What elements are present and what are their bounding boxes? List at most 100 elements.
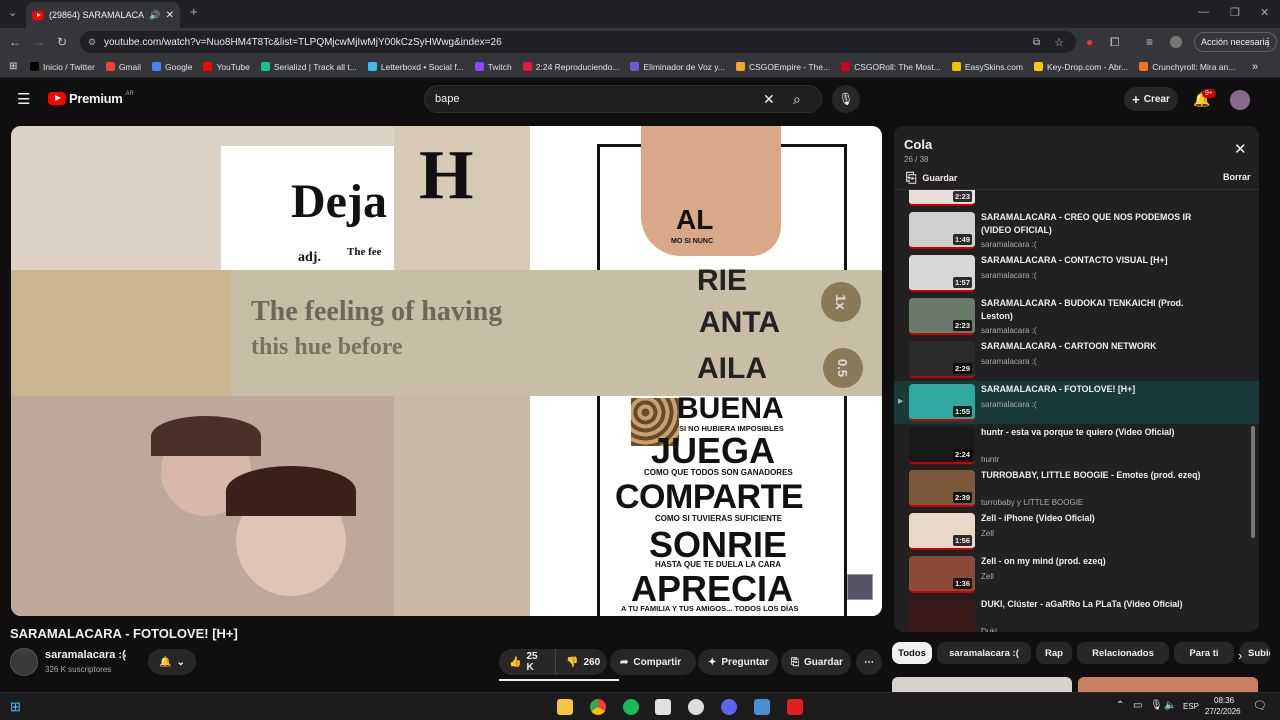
queue-item[interactable]: DUKI, Clúster - aGaRRo La PLaTa (Video O… <box>894 596 1259 632</box>
queue-scrollbar[interactable] <box>1251 426 1255 538</box>
queue-item[interactable]: ▶ 1:55 SARAMALACARA - FOTOLOVE! [H+] sarama… <box>894 381 1259 424</box>
tab-list-icon[interactable]: ⌄ <box>8 6 17 19</box>
install-icon[interactable]: ⧉ <box>1033 37 1040 48</box>
bookmark-item[interactable]: Gmail <box>105 62 141 72</box>
chip-1[interactable]: saramalacara :( <box>937 642 1031 664</box>
more-actions-button[interactable]: ⋯ <box>856 649 882 675</box>
volume-icon[interactable]: 🔈 <box>1164 700 1176 711</box>
chip-2[interactable]: Rap <box>1036 642 1072 664</box>
queue-thumbnail[interactable]: 2:23 <box>909 298 975 335</box>
notepad-icon[interactable] <box>655 699 671 715</box>
speed-05-icon[interactable]: 0.5 <box>823 348 863 388</box>
save-button[interactable]: ⎘ Guardar <box>781 649 851 675</box>
ask-button[interactable]: ✦ Preguntar <box>698 649 778 675</box>
browser-tab[interactable]: (29864) SARAMALACARA - 🔊 ✕ <box>26 2 180 28</box>
extensions-puzzle-icon[interactable]: ⧠ <box>1110 35 1120 50</box>
queue-item[interactable]: 1:57 SARAMALACARA - CONTACTO VISUAL [H+] s… <box>894 252 1259 295</box>
channel-avatar[interactable] <box>10 648 38 676</box>
hamburger-menu-icon[interactable]: ☰ <box>17 90 30 108</box>
account-avatar[interactable] <box>1230 90 1250 110</box>
chip-4[interactable]: Para ti <box>1174 642 1234 664</box>
browser-menu-icon[interactable]: ⋮ <box>1262 35 1274 49</box>
queue-thumbnail[interactable]: 1:49 <box>909 212 975 249</box>
queue-thumbnail[interactable]: 2:39 <box>909 470 975 507</box>
app-icon[interactable] <box>754 699 770 715</box>
bookmark-item[interactable]: Twitch <box>474 62 512 72</box>
media-control-icon[interactable]: ≡ <box>1146 35 1153 49</box>
search-input[interactable]: bape <box>435 93 459 105</box>
back-icon[interactable]: ← <box>9 35 21 49</box>
queue-thumbnail[interactable]: 1:36 <box>909 556 975 593</box>
bookmark-item[interactable]: CSGORoll: The Most... <box>841 62 941 72</box>
queue-item[interactable]: 2:39 TURROBABY, LITTLE BOOGIE - Emotes (p… <box>894 467 1259 510</box>
new-tab-icon[interactable]: + <box>190 4 198 19</box>
chip-5[interactable]: Subid <box>1240 642 1270 664</box>
bookmark-item[interactable]: 2:24 Reproduciendo... <box>522 62 619 72</box>
chips-next-icon[interactable]: › <box>1238 648 1242 663</box>
queue-item[interactable]: 2:24 huntr - esta va porque te quiero (Vi… <box>894 424 1259 467</box>
more-bookmarks-icon[interactable]: » <box>1252 61 1258 73</box>
bookmark-item[interactable]: Key-Drop.com - Abr... <box>1033 62 1128 72</box>
bookmark-star-icon[interactable]: ☆ <box>1054 36 1064 49</box>
related-thumb-2[interactable] <box>1078 677 1258 692</box>
channel-name[interactable]: saramalacara :( <box>45 649 126 661</box>
queue-close-icon[interactable]: ✕ <box>1234 140 1247 158</box>
create-button[interactable]: + Crear <box>1124 87 1178 111</box>
bookmark-item[interactable]: EasySkins.com <box>951 62 1023 72</box>
queue-item[interactable]: 1:36 Zell - on my mind (prod. ezeq) Zell <box>894 553 1259 596</box>
forward-icon[interactable]: → <box>33 35 45 49</box>
queue-item[interactable]: 2:29 SARAMALACARA - CARTOON NETWORK sarama… <box>894 338 1259 381</box>
like-button[interactable]: 👍 25 K <box>499 649 555 675</box>
queue-save-button[interactable]: ⎘ Guardar <box>906 170 957 186</box>
queue-thumbnail[interactable] <box>909 599 975 632</box>
queue-thumbnail[interactable]: 1:57 <box>909 255 975 292</box>
queue-thumbnail[interactable]: 1:56 <box>909 513 975 550</box>
bookmark-item[interactable]: Google <box>152 62 192 72</box>
queue-thumbnail[interactable]: 2:24 <box>909 427 975 464</box>
mic-tray-icon[interactable]: 🎙 <box>1150 700 1163 711</box>
file-explorer-icon[interactable] <box>557 699 573 715</box>
windows-start-icon[interactable]: ⊞ <box>10 699 21 715</box>
bookmark-item[interactable]: Inicio / Twitter <box>30 62 95 72</box>
tray-chevron-icon[interactable]: ⌃ <box>1116 700 1124 711</box>
microphone-icon[interactable]: 🎙 <box>832 85 860 113</box>
steam-icon[interactable] <box>688 699 704 715</box>
clock-time[interactable]: 08:36 <box>1214 696 1234 705</box>
site-info-icon[interactable]: ⚙ <box>88 37 96 48</box>
address-bar[interactable]: ⚙ youtube.com/watch?v=Nuo8HM4T8Tc&list=T… <box>80 31 1076 53</box>
profile-avatar[interactable] <box>1170 36 1182 48</box>
bookmark-item[interactable]: Eliminador de Voz y... <box>630 62 725 72</box>
reload-icon[interactable]: ↻ <box>57 35 67 49</box>
share-button[interactable]: ➦ Compartir <box>610 649 696 675</box>
dislike-button[interactable]: 👎 260 <box>555 649 607 675</box>
queue-thumbnail[interactable]: 2:29 <box>909 341 975 378</box>
chip-3[interactable]: Relacionados <box>1077 642 1169 664</box>
queue-item[interactable]: 1:56 Zell - iPhone (Video Oficial) Zell <box>894 510 1259 553</box>
notification-center-icon[interactable]: 🗨 <box>1253 699 1267 712</box>
queue-item[interactable]: 2:23LULU <box>894 190 1259 209</box>
bookmark-item[interactable]: Letterboxd • Social f... <box>367 62 464 72</box>
chip-0[interactable]: Todos <box>892 642 932 664</box>
related-thumb-1[interactable] <box>892 677 1072 692</box>
video-player[interactable]: Deja H adj. The fee AL MO SI NUNC The fe… <box>11 126 882 616</box>
clear-search-icon[interactable]: ✕ <box>763 91 775 108</box>
red-app-icon[interactable] <box>787 699 803 715</box>
chrome-icon[interactable] <box>590 699 606 715</box>
bookmark-item[interactable]: YouTube <box>203 62 250 72</box>
bookmark-item[interactable]: Serializd | Track all t... <box>260 62 357 72</box>
youtube-premium-logo[interactable]: Premium AR <box>48 91 134 106</box>
language-indicator[interactable]: ESP <box>1183 702 1199 711</box>
speed-1x-icon[interactable]: 1x <box>821 282 861 322</box>
spotify-icon[interactable] <box>623 699 639 715</box>
queue-thumbnail[interactable]: 2:23 <box>909 190 975 206</box>
discord-icon[interactable] <box>721 699 737 715</box>
clock-date[interactable]: 27/2/2026 <box>1205 707 1241 716</box>
search-box[interactable]: bape ✕ ⌕ <box>424 85 822 113</box>
queue-thumbnail[interactable]: 1:55 <box>909 384 975 421</box>
channel-watermark[interactable] <box>847 574 873 600</box>
network-icon[interactable]: ▭ <box>1133 700 1142 711</box>
extension-icon[interactable]: ● <box>1086 35 1093 49</box>
queue-item[interactable]: 1:49 SARAMALACARA - CREO QUE NOS PODEMOS … <box>894 209 1259 252</box>
maximize-icon[interactable]: ❐ <box>1230 6 1240 19</box>
bookmark-item[interactable]: CSGOEmpire - The... <box>735 62 830 72</box>
